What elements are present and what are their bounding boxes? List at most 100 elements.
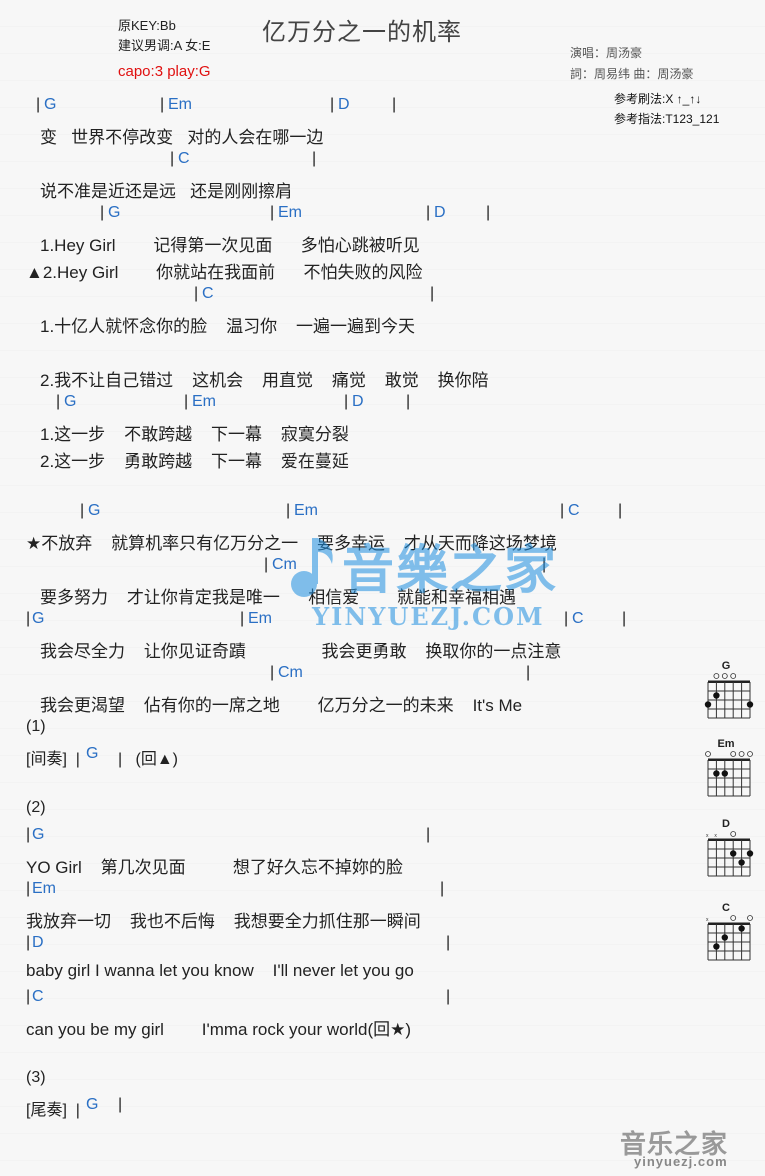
section-label: (3) <box>26 1069 46 1086</box>
capo-info: capo:3 play:G <box>118 63 211 80</box>
bar-line: | <box>80 502 85 519</box>
chord-diagram-name: G <box>721 660 731 672</box>
nut <box>708 922 750 925</box>
watermark-cn: 音樂之家 <box>342 541 559 601</box>
chord-name: C <box>32 988 44 1005</box>
finger-dot <box>713 943 720 950</box>
bar-line: | <box>618 502 623 519</box>
chord-name: D <box>352 393 364 410</box>
bar-line: | <box>426 826 431 843</box>
chord-name: G <box>108 204 121 221</box>
bar-line: | <box>312 150 317 167</box>
lyric-line: ▲2.Hey Girl 你就站在我面前 不怕失败的风险 <box>26 263 423 282</box>
fretboard: xx <box>706 831 754 877</box>
bar-line: | <box>270 664 275 681</box>
bar-line: | <box>426 204 431 221</box>
open-string-marker <box>747 751 753 757</box>
finger-dot <box>721 934 728 941</box>
open-string-marker <box>713 673 720 679</box>
open-string-marker <box>730 915 737 921</box>
bar-line: | <box>26 826 31 843</box>
chord-name: Em <box>294 502 318 519</box>
chord-diagram-name: Em <box>717 738 735 750</box>
bar-line: | <box>286 502 291 519</box>
bar-line: | <box>270 204 275 221</box>
lyric-line: 我会尽全力 让你见证奇蹟 我会更勇敢 换取你的一点注意 <box>40 642 562 661</box>
footer-logo: 音乐之家 yinyuezj.com <box>616 1124 756 1170</box>
bar-line: | <box>100 204 105 221</box>
muted-string-marker: x <box>714 833 717 839</box>
watermark-en: YINYUEZJ.COM <box>312 602 545 631</box>
chord-diagram-name: D <box>722 818 730 830</box>
lyric-line: 我会更渴望 佔有你的一席之地 亿万分之一的未来 It's Me <box>40 696 523 715</box>
bar-line: | <box>26 988 31 1005</box>
bar-line: | <box>170 150 175 167</box>
chord-name: Em <box>192 393 216 410</box>
finger-pattern: 参考指法:T123_121 <box>614 112 720 126</box>
section-label: (1) <box>26 718 46 735</box>
chord-diagram-d: Dxx <box>704 818 754 889</box>
chord-name: G <box>32 610 45 627</box>
bar-line: | <box>446 934 451 951</box>
lyric-line: 1.十亿人就怀念你的脸 温习你 一遍一遍到今天 <box>40 317 415 336</box>
lyric-line: YO Girl 第几次见面 想了好久忘不掉妳的脸 <box>26 858 403 877</box>
muted-string-marker: x <box>706 833 709 839</box>
fretboard: x <box>706 915 753 961</box>
chord-diagram-g: G <box>704 660 754 731</box>
bar-line: [尾奏] | <box>26 1102 80 1119</box>
chord-diagram-em: Em <box>704 738 754 809</box>
music-note-icon <box>291 538 333 597</box>
chord-name: G <box>88 502 101 519</box>
lyric-line: 我放弃一切 我也不后悔 我想要全力抓住那一瞬间 <box>26 912 421 931</box>
original-key: 原KEY:Bb <box>118 18 176 33</box>
chord-name: G <box>86 1096 99 1113</box>
chord-name: G <box>86 745 99 762</box>
lyric-line: 说不准是近还是远 还是刚刚擦肩 <box>40 182 293 201</box>
bar-line: | <box>526 664 531 681</box>
nut <box>708 680 750 683</box>
singer-credit: 演唱：周汤豪 <box>570 46 643 60</box>
chord-name: Em <box>248 610 272 627</box>
open-string-marker <box>747 915 753 921</box>
nut <box>708 758 750 761</box>
bar-line: | <box>56 393 61 410</box>
open-string-marker <box>705 751 711 757</box>
song-title: 亿万分之一的机率 <box>262 19 462 46</box>
open-string-marker <box>730 831 737 837</box>
bar-line: | <box>430 285 435 302</box>
bar-line: | <box>160 96 165 113</box>
chord-name: Cm <box>278 664 303 681</box>
finger-dot <box>730 850 737 857</box>
finger-dot <box>738 925 745 932</box>
open-string-marker <box>721 673 728 679</box>
lyric-line: 变 世界不停改变 对的人会在哪一边 <box>40 128 324 147</box>
footer-logo-en: yinyuezj.com <box>634 1154 728 1169</box>
bar-line: | <box>240 610 245 627</box>
bar-line: | <box>194 285 199 302</box>
chord-name: D <box>434 204 446 221</box>
bar-line: | <box>184 393 189 410</box>
bar-line: | <box>264 556 269 573</box>
bar-line: | <box>26 880 31 897</box>
bar-line: | <box>622 610 627 627</box>
finger-dot <box>713 770 720 777</box>
chord-diagram-name: C <box>722 902 730 914</box>
chord-diagram-c: Cx <box>704 902 754 973</box>
chord-name: G <box>64 393 77 410</box>
chord-name: G <box>32 826 45 843</box>
lyric-line: 2.这一步 勇敢跨越 下一幕 爱在蔓延 <box>40 452 349 471</box>
watermark: 音樂之家 YINYUEZJ.COM <box>282 528 572 638</box>
chord-name: Em <box>278 204 302 221</box>
chord-name: D <box>338 96 350 113</box>
section-label: (2) <box>26 799 46 816</box>
lyric-line: baby girl I wanna let you know I'll neve… <box>26 961 414 980</box>
bar-line: | (回▲) <box>118 751 178 768</box>
open-string-marker <box>730 751 737 757</box>
chord-name: C <box>572 610 584 627</box>
chord-name: C <box>202 285 214 302</box>
bar-line: [间奏] | <box>26 751 80 768</box>
bar-line: | <box>560 502 565 519</box>
chord-name: C <box>178 150 190 167</box>
writer-credit: 詞：周易纬 曲：周汤豪 <box>570 67 694 81</box>
bar-line: | <box>392 96 397 113</box>
